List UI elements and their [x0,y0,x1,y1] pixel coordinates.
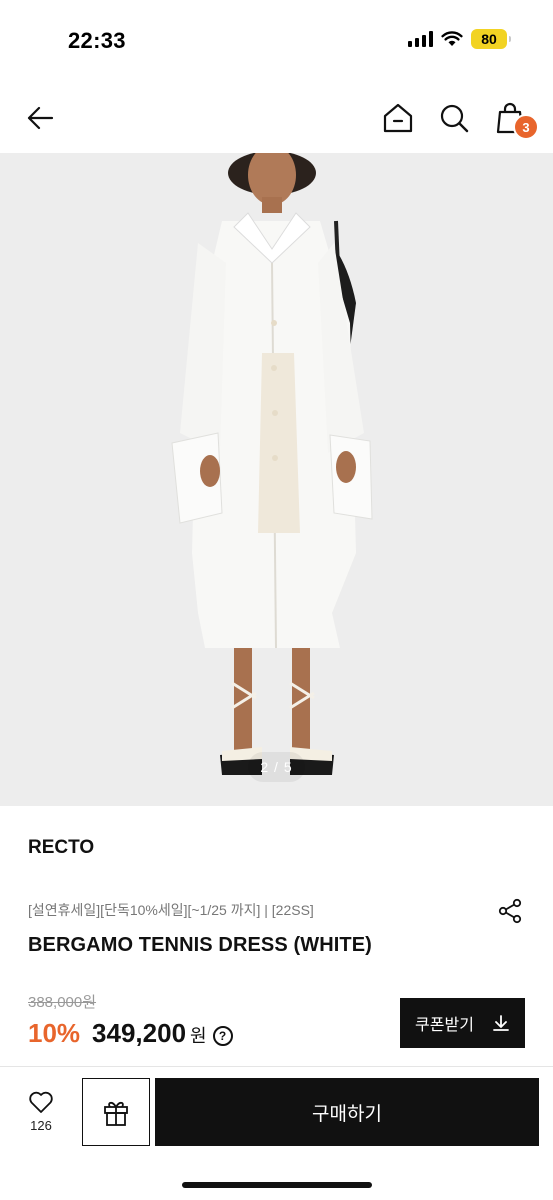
buy-button[interactable]: 구매하기 [155,1078,539,1146]
home-indicator [182,1182,372,1188]
like-button[interactable]: 126 [18,1090,64,1138]
wifi-icon [441,31,463,46]
coupon-label: 쿠폰받기 [415,1017,474,1034]
search-button[interactable] [434,98,474,138]
discount-rate: 10% [28,1018,81,1048]
promo-text: [설연휴세일][단독10%세일][~1/25 까지] | [22SS] [28,902,314,918]
status-indicators: 80 [408,29,511,49]
nav-bar [0,90,553,150]
gift-icon [104,1101,128,1126]
product-title: BERGAMO TENNIS DRESS (WHITE) [28,934,372,956]
battery-indicator: 80 [471,29,511,49]
heart-icon [29,1091,53,1113]
home-icon [383,103,413,133]
coupon-button[interactable]: 쿠폰받기 [400,998,525,1048]
download-icon [493,1015,509,1031]
sale-price: 349,200 [92,1018,187,1048]
cart-count-badge: 3 [513,114,539,140]
original-price: 388,000원 [28,994,97,1011]
share-button[interactable] [495,896,525,926]
search-icon [440,104,469,133]
back-button[interactable] [20,98,60,138]
signal-icon [408,31,433,47]
currency-unit: 원 [190,1026,207,1046]
home-button[interactable] [378,98,418,138]
back-arrow-icon [27,106,54,130]
image-counter: 2 / 5 [248,752,305,782]
share-icon [498,898,522,924]
like-count: 126 [30,1118,52,1133]
product-photo [0,153,553,806]
status-bar: 22:33 80 [0,0,553,80]
brand-name[interactable]: RECTO [28,837,94,859]
status-time: 22:33 [68,28,126,53]
gift-button[interactable] [82,1078,150,1146]
product-image[interactable] [0,153,553,806]
price-row: 10% 349,200 원 ? [28,1018,233,1049]
bottom-divider [0,1066,553,1067]
help-icon[interactable]: ? [212,1026,233,1046]
